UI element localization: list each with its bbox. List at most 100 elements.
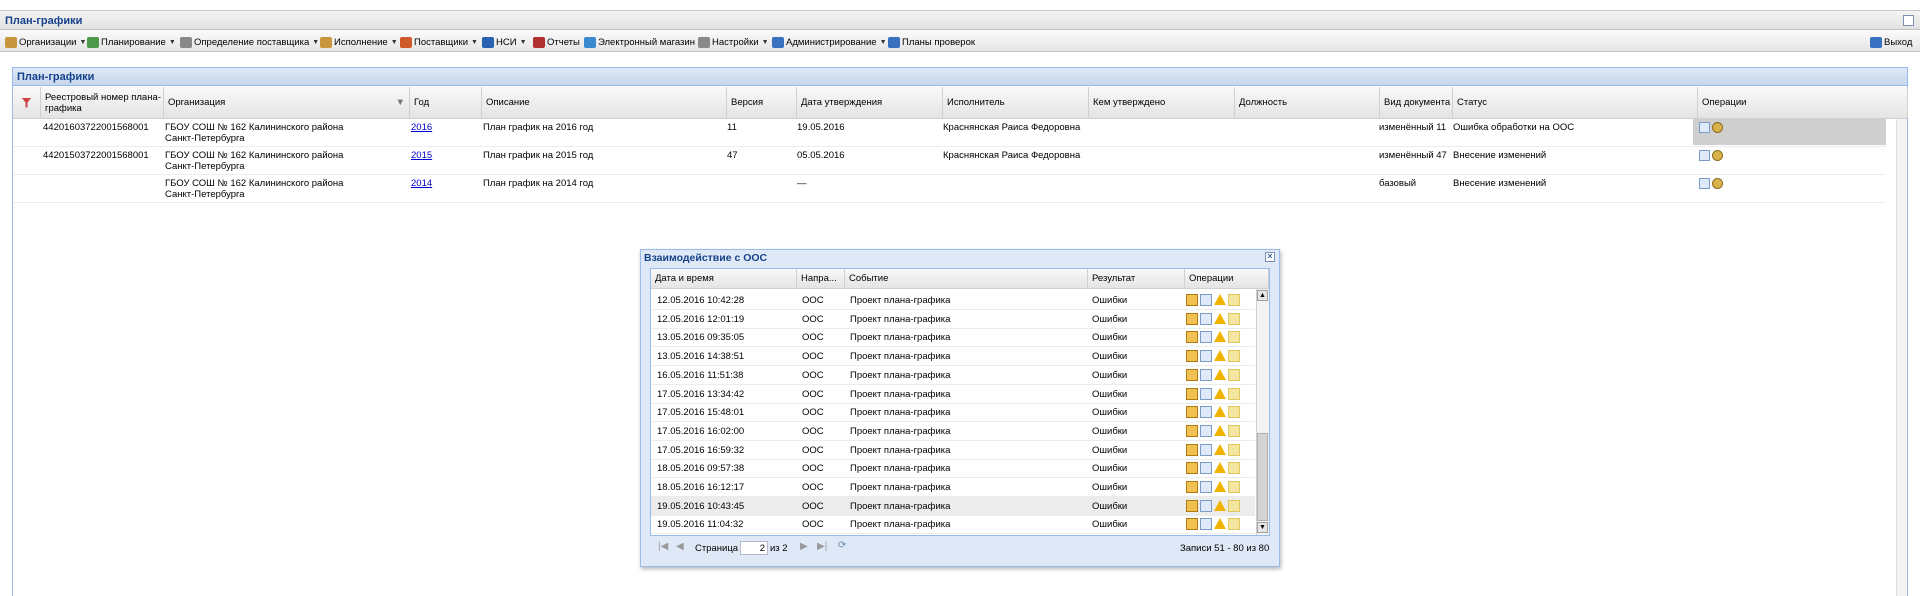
list-item[interactable]: 12.05.2016 10:42:28 ООС Проект плана-графи… (651, 291, 1255, 310)
col-reg-number[interactable]: Реестровый номер плана-графика (41, 87, 164, 118)
menu-item-supplier[interactable]: Поставщики ▼ (400, 35, 478, 49)
col-status[interactable]: Статус (1453, 87, 1698, 118)
prev-page-icon[interactable]: ◀ (676, 541, 684, 552)
document-icon[interactable] (1200, 331, 1212, 344)
col-version[interactable]: Версия (727, 87, 797, 118)
last-page-icon[interactable]: ▶| (817, 541, 827, 552)
list-item[interactable]: 13.05.2016 14:38:51 ООС Проект плана-графи… (651, 347, 1255, 367)
warning-icon[interactable] (1214, 294, 1226, 305)
menu-item-report[interactable]: Отчеты (533, 35, 580, 49)
note-icon[interactable] (1228, 499, 1240, 512)
menu-item-book[interactable]: НСИ ▼ (482, 35, 527, 49)
menu-item-person[interactable]: Планы проверок (888, 35, 975, 49)
table-row[interactable]: 44201603722001568001 ГБОУ СОШ № 162 Калин… (13, 119, 1886, 147)
close-icon[interactable]: ✕ (1265, 252, 1275, 262)
note-icon[interactable] (1228, 406, 1240, 419)
document-icon[interactable] (1200, 518, 1212, 531)
table-row[interactable]: 44201503722001568001 ГБОУ СОШ № 162 Калин… (13, 147, 1886, 175)
scroll-up-icon[interactable]: ▲ (1257, 290, 1268, 301)
refresh-icon[interactable]: ⟳ (838, 540, 846, 551)
package-icon[interactable] (1186, 368, 1198, 381)
next-page-icon[interactable]: ▶ (800, 541, 808, 552)
menu-item-execution[interactable]: Исполнение ▼ (320, 35, 398, 49)
cell-year-link[interactable]: 2016 (411, 122, 432, 133)
maximize-icon[interactable] (1903, 15, 1914, 26)
document-icon[interactable] (1200, 406, 1212, 419)
list-item[interactable]: 17.05.2016 16:59:32 ООС Проект плана-графи… (651, 441, 1255, 460)
column-filter-icon[interactable]: ▼ (396, 97, 405, 108)
warning-icon[interactable] (1214, 387, 1226, 399)
list-item[interactable]: 18.05.2016 09:57:38 ООС Проект плана-графи… (651, 459, 1255, 479)
warning-icon[interactable] (1214, 312, 1226, 324)
coat-of-arms-icon[interactable] (1712, 150, 1723, 161)
menu-item-admin[interactable]: Администрирование ▼ (772, 35, 887, 49)
note-icon[interactable] (1228, 312, 1240, 325)
note-icon[interactable] (1228, 443, 1240, 456)
menu-item-building[interactable]: Организации ▼ (5, 35, 86, 49)
package-icon[interactable] (1186, 424, 1198, 437)
warning-icon[interactable] (1214, 518, 1226, 530)
note-icon[interactable] (1228, 518, 1240, 531)
list-item[interactable]: 12.05.2016 12:01:19 ООС Проект плана-графи… (651, 310, 1255, 329)
view-document-icon[interactable] (1699, 178, 1710, 189)
list-item[interactable]: 13.05.2016 09:35:05 ООС Проект плана-графи… (651, 328, 1255, 348)
coat-of-arms-icon[interactable] (1712, 122, 1723, 133)
note-icon[interactable] (1228, 350, 1240, 363)
list-item[interactable]: 19.05.2016 10:43:45 ООС Проект плана-графи… (651, 496, 1255, 516)
document-icon[interactable] (1200, 424, 1212, 437)
note-icon[interactable] (1228, 331, 1240, 344)
menu-item-gears[interactable]: Определение поставщика ▼ (180, 35, 319, 49)
view-document-icon[interactable] (1699, 122, 1710, 133)
warning-icon[interactable] (1214, 331, 1226, 343)
coat-of-arms-icon[interactable] (1712, 178, 1723, 189)
dialog-scroll-thumb[interactable] (1257, 433, 1268, 521)
col-year[interactable]: Год (410, 87, 482, 118)
warning-icon[interactable] (1214, 368, 1226, 380)
menu-item-shop[interactable]: Электронный магазин (584, 35, 695, 49)
list-item[interactable]: 19.05.2016 11:04:32 ООС Проект плана-графи… (651, 515, 1255, 535)
table-row[interactable]: ГБОУ СОШ № 162 Калининского района Санкт… (13, 175, 1886, 203)
document-icon[interactable] (1200, 312, 1212, 325)
package-icon[interactable] (1186, 387, 1198, 400)
package-icon[interactable] (1186, 312, 1198, 325)
document-icon[interactable] (1200, 443, 1212, 456)
package-icon[interactable] (1186, 499, 1198, 512)
document-icon[interactable] (1200, 499, 1212, 512)
package-icon[interactable] (1186, 481, 1198, 493)
document-icon[interactable] (1200, 294, 1212, 306)
col-doc-type[interactable]: Вид документа (1380, 87, 1453, 118)
col-operations[interactable]: Операции (1698, 87, 1908, 118)
list-item[interactable]: 17.05.2016 13:34:42 ООС Проект плана-графи… (651, 385, 1255, 404)
exit-button[interactable]: Выход (1870, 35, 1912, 49)
warning-icon[interactable] (1214, 481, 1226, 492)
col-approved-by[interactable]: Кем утверждено (1089, 87, 1235, 118)
clear-filter-button[interactable] (13, 87, 41, 118)
list-item[interactable]: 16.05.2016 11:51:38 ООС Проект плана-графи… (651, 366, 1255, 385)
package-icon[interactable] (1186, 294, 1198, 306)
warning-icon[interactable] (1214, 424, 1226, 436)
dcol-direction[interactable]: Напра... (797, 269, 845, 288)
warning-icon[interactable] (1214, 350, 1226, 362)
list-item[interactable]: 17.05.2016 15:48:01 ООС Проект плана-графи… (651, 403, 1255, 423)
list-item[interactable]: 18.05.2016 16:12:17 ООС Проект плана-графи… (651, 478, 1255, 497)
document-icon[interactable] (1200, 462, 1212, 475)
note-icon[interactable] (1228, 294, 1240, 306)
dcol-operations[interactable]: Операции (1185, 269, 1269, 288)
note-icon[interactable] (1228, 387, 1240, 400)
col-executor[interactable]: Исполнитель (943, 87, 1089, 118)
document-icon[interactable] (1200, 368, 1212, 381)
note-icon[interactable] (1228, 424, 1240, 437)
note-icon[interactable] (1228, 481, 1240, 493)
document-icon[interactable] (1200, 481, 1212, 493)
cell-year-link[interactable]: 2014 (411, 178, 432, 189)
warning-icon[interactable] (1214, 406, 1226, 418)
document-icon[interactable] (1200, 387, 1212, 400)
document-icon[interactable] (1200, 350, 1212, 363)
warning-icon[interactable] (1214, 499, 1226, 511)
list-item[interactable]: 17.05.2016 16:02:00 ООС Проект плана-графи… (651, 422, 1255, 441)
note-icon[interactable] (1228, 462, 1240, 475)
grid-scrollbar[interactable] (1896, 119, 1907, 596)
view-document-icon[interactable] (1699, 150, 1710, 161)
scroll-down-icon[interactable]: ▼ (1257, 522, 1268, 533)
dcol-datetime[interactable]: Дата и время (651, 269, 797, 288)
